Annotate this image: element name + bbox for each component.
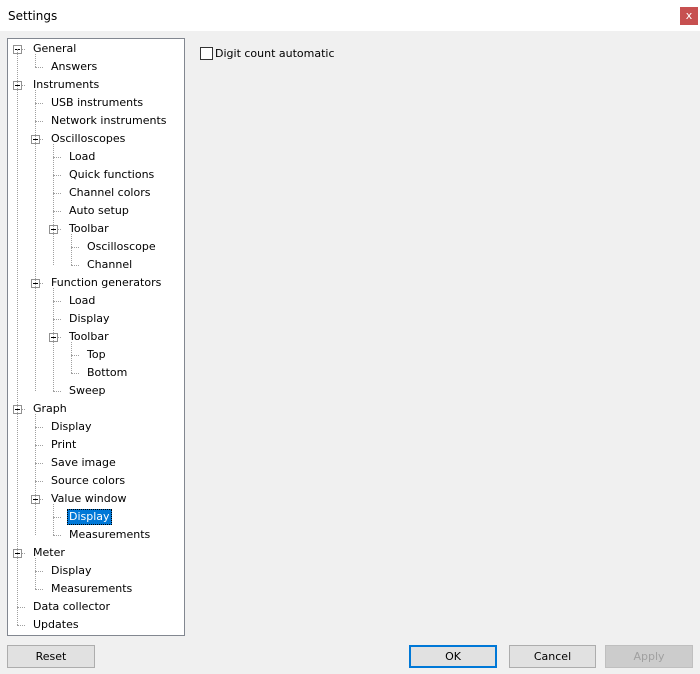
reset-button[interactable]: Reset — [7, 645, 95, 668]
tree-branch-line — [35, 414, 36, 535]
tree-connector — [53, 517, 61, 518]
tree-node[interactable]: Load — [67, 293, 97, 309]
tree-node[interactable]: Toolbar — [67, 329, 111, 345]
tree-branch-line — [53, 504, 54, 535]
tree-node[interactable]: Oscilloscopes — [49, 131, 127, 147]
tree-branch-line — [35, 558, 36, 589]
tree-connector — [35, 103, 43, 104]
tree-node[interactable]: Measurements — [49, 581, 134, 597]
tree-branch-line — [35, 90, 36, 391]
tree-node[interactable]: Channel — [85, 257, 134, 273]
tree-connector — [35, 445, 43, 446]
tree-node[interactable]: Answers — [49, 59, 99, 75]
tree-connector — [53, 319, 61, 320]
tree-node[interactable]: Updates — [31, 617, 81, 633]
tree-branch-line — [35, 54, 36, 67]
ok-button[interactable]: OK — [409, 645, 497, 668]
tree-connector — [71, 373, 79, 374]
tree-node[interactable]: Sweep — [67, 383, 108, 399]
tree-connector — [71, 247, 79, 248]
tree-node[interactable]: Measurements — [67, 527, 152, 543]
tree-node[interactable]: Top — [85, 347, 108, 363]
tree-node[interactable]: Meter — [31, 545, 67, 561]
cancel-button[interactable]: Cancel — [509, 645, 596, 668]
tree-connector — [35, 589, 43, 590]
tree-branch-line — [71, 342, 72, 373]
close-button[interactable]: x — [680, 7, 698, 25]
tree-node[interactable]: Save image — [49, 455, 118, 471]
tree-connector — [53, 211, 61, 212]
close-icon: x — [685, 9, 693, 22]
tree-connector — [35, 427, 43, 428]
tree-connector — [53, 175, 61, 176]
tree-node[interactable]: Instruments — [31, 77, 101, 93]
tree-connector — [71, 265, 79, 266]
tree-node[interactable]: Oscilloscope — [85, 239, 158, 255]
digit-count-automatic-checkbox[interactable] — [200, 47, 213, 60]
tree-connector — [53, 157, 61, 158]
tree-connector — [17, 607, 25, 608]
tree-node[interactable]: Value window — [49, 491, 128, 507]
tree-connector — [53, 193, 61, 194]
apply-button[interactable]: Apply — [605, 645, 693, 668]
tree-node[interactable]: Quick functions — [67, 167, 156, 183]
tree-connector — [35, 481, 43, 482]
tree-node[interactable]: Function generators — [49, 275, 163, 291]
tree-branch-line — [71, 234, 72, 265]
tree-root-line — [17, 49, 18, 625]
tree-node[interactable]: Display — [67, 311, 112, 327]
tree-connector — [17, 625, 25, 626]
tree-node[interactable]: Auto setup — [67, 203, 131, 219]
tree-connector — [35, 67, 43, 68]
tree-node[interactable]: Channel colors — [67, 185, 152, 201]
tree-node[interactable]: Print — [49, 437, 78, 453]
tree-node[interactable]: Display — [67, 509, 112, 525]
tree-connector — [35, 463, 43, 464]
tree-node[interactable]: General — [31, 41, 78, 57]
tree-connector — [35, 571, 43, 572]
tree-connector — [53, 535, 61, 536]
tree-connector — [53, 391, 61, 392]
tree-node[interactable]: Source colors — [49, 473, 127, 489]
tree-node[interactable]: Toolbar — [67, 221, 111, 237]
tree-node[interactable]: Network instruments — [49, 113, 169, 129]
tree-node[interactable]: Display — [49, 563, 94, 579]
tree-connector — [53, 301, 61, 302]
tree-branch-line — [53, 288, 54, 391]
title-bar: Settings x — [0, 0, 700, 31]
tree-connector — [71, 355, 79, 356]
window-title: Settings — [8, 9, 58, 23]
settings-tree[interactable]: General Answers Instruments USB instruments… — [7, 38, 185, 636]
tree-node[interactable]: USB instruments — [49, 95, 145, 111]
tree-node[interactable]: Data collector — [31, 599, 112, 615]
tree-node[interactable]: Graph — [31, 401, 69, 417]
tree-node[interactable]: Display — [49, 419, 94, 435]
tree-node[interactable]: Load — [67, 149, 97, 165]
digit-count-automatic-label[interactable]: Digit count automatic — [215, 47, 335, 61]
tree-connector — [35, 121, 43, 122]
tree-node[interactable]: Bottom — [85, 365, 129, 381]
tree-branch-line — [53, 144, 54, 265]
